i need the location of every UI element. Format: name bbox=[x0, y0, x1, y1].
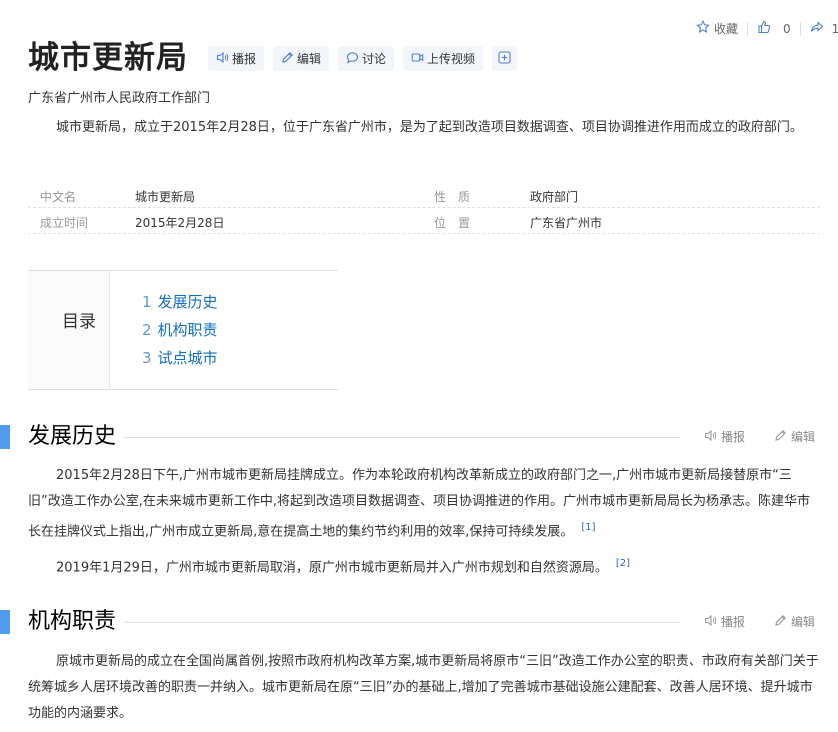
section-play-button[interactable]: 播报 bbox=[704, 613, 745, 630]
paragraph-text: 2015年2月28日下午,广州市城市更新局挂牌成立。作为本轮政府机构改革新成立的… bbox=[28, 468, 811, 540]
info-value: 城市更新局 bbox=[135, 190, 196, 204]
collect-label: 收藏 bbox=[714, 22, 739, 36]
paragraph-text: 2019年1月29日，广州市城市更新局取消，原广州市城市更新局并入广州市规划和自… bbox=[56, 560, 608, 576]
history-paragraph-1: 2015年2月28日下午,广州市城市更新局挂牌成立。作为本轮政府机构改革新成立的… bbox=[28, 463, 820, 545]
like-button[interactable]: 0 bbox=[757, 20, 791, 37]
section-divider bbox=[124, 437, 680, 438]
top-actions: 收藏 0 1 bbox=[696, 19, 838, 37]
citation-link[interactable]: [2] bbox=[616, 558, 630, 569]
share-icon bbox=[810, 20, 824, 37]
pencil-icon bbox=[774, 429, 787, 445]
info-value: 政府部门 bbox=[530, 190, 579, 204]
edit-button[interactable]: 编辑 bbox=[273, 46, 330, 71]
play-label: 播报 bbox=[232, 52, 257, 66]
toc-item-number: 1 bbox=[142, 293, 152, 311]
video-camera-icon bbox=[411, 51, 424, 67]
title-toolbar: 播报 编辑 讨论 上传视频 bbox=[208, 46, 518, 71]
collect-button[interactable]: 收藏 bbox=[696, 19, 739, 37]
section-play-label: 播报 bbox=[721, 615, 746, 629]
share-button[interactable]: 1 bbox=[810, 20, 838, 37]
toc-item-number: 2 bbox=[142, 321, 152, 339]
section-header-history: 发展历史 播报 编辑 bbox=[0, 424, 838, 455]
toc-item-duty[interactable]: 2 机构职责 bbox=[142, 319, 218, 340]
section-heading: 机构职责 bbox=[28, 609, 117, 634]
pencil-icon bbox=[774, 614, 787, 630]
toc-item-number: 3 bbox=[142, 349, 152, 367]
toc-title: 目录 bbox=[62, 312, 96, 332]
add-button[interactable] bbox=[492, 46, 518, 71]
upload-video-button[interactable]: 上传视频 bbox=[403, 46, 484, 71]
info-label: 位 置 bbox=[434, 216, 471, 230]
info-label: 成立时间 bbox=[40, 216, 89, 230]
citation-link[interactable]: [1] bbox=[581, 522, 595, 533]
toc-item-pilot-cities[interactable]: 3 试点城市 bbox=[142, 347, 218, 368]
discuss-button[interactable]: 讨论 bbox=[338, 46, 395, 71]
section-play-label: 播报 bbox=[721, 430, 746, 444]
basic-info-table: 中文名 城市更新局 性 质 政府部门 成立时间 2015年2月28日 位 置 广… bbox=[28, 182, 820, 234]
speaker-icon bbox=[216, 51, 229, 67]
section-heading: 发展历史 bbox=[28, 424, 117, 449]
history-paragraph-2: 2019年1月29日，广州市城市更新局取消，原广州市城市更新局并入广州市规划和自… bbox=[28, 551, 820, 581]
like-count: 0 bbox=[783, 21, 791, 36]
upload-video-label: 上传视频 bbox=[427, 52, 476, 66]
page-title: 城市更新局 bbox=[28, 40, 188, 76]
divider bbox=[747, 21, 749, 36]
play-button[interactable]: 播报 bbox=[208, 46, 265, 71]
star-icon bbox=[696, 19, 710, 37]
section-edit-button[interactable]: 编辑 bbox=[774, 428, 815, 445]
chat-bubble-icon bbox=[346, 51, 359, 67]
info-value: 2015年2月28日 bbox=[135, 216, 225, 230]
table-of-contents: 目录 1 发展历史 2 机构职责 3 试点城市 bbox=[28, 270, 338, 390]
section-play-button[interactable]: 播报 bbox=[704, 428, 745, 445]
section-edit-button[interactable]: 编辑 bbox=[774, 613, 815, 630]
section-edit-label: 编辑 bbox=[791, 615, 816, 629]
basic-info-row: 中文名 城市更新局 性 质 政府部门 bbox=[28, 182, 820, 208]
thumbs-up-icon bbox=[757, 20, 771, 37]
info-label: 中文名 bbox=[40, 190, 77, 204]
summary-paragraph: 城市更新局，成立于2015年2月28日，位于广东省广州市，是为了起到改造项目数据… bbox=[56, 120, 803, 135]
section-accent-bar bbox=[0, 610, 10, 634]
toc-item-label: 试点城市 bbox=[157, 349, 218, 367]
discuss-label: 讨论 bbox=[362, 52, 387, 66]
page-subtitle: 广东省广州市人民政府工作部门 bbox=[28, 91, 211, 106]
plus-icon bbox=[498, 50, 511, 67]
edit-label: 编辑 bbox=[297, 52, 322, 66]
toc-item-label: 机构职责 bbox=[157, 321, 218, 339]
speaker-icon bbox=[704, 614, 717, 630]
pencil-icon bbox=[281, 51, 294, 67]
share-count: 1 bbox=[831, 21, 838, 36]
divider bbox=[799, 21, 801, 36]
section-header-duty: 机构职责 播报 编辑 bbox=[0, 609, 838, 640]
basic-info-row: 成立时间 2015年2月28日 位 置 广东省广州市 bbox=[28, 208, 820, 234]
section-divider bbox=[124, 622, 680, 623]
info-value: 广东省广州市 bbox=[530, 216, 603, 230]
info-label: 性 质 bbox=[434, 190, 471, 204]
speaker-icon bbox=[704, 429, 717, 445]
toc-item-history[interactable]: 1 发展历史 bbox=[142, 291, 218, 312]
duty-paragraph-1: 原城市更新局的成立在全国尚属首例,按照市政府机构改革方案,城市更新局将原市“三旧… bbox=[28, 654, 819, 721]
toc-header-panel: 目录 bbox=[28, 271, 110, 389]
toc-item-label: 发展历史 bbox=[157, 293, 218, 311]
section-edit-label: 编辑 bbox=[791, 430, 816, 444]
section-accent-bar bbox=[0, 425, 10, 449]
